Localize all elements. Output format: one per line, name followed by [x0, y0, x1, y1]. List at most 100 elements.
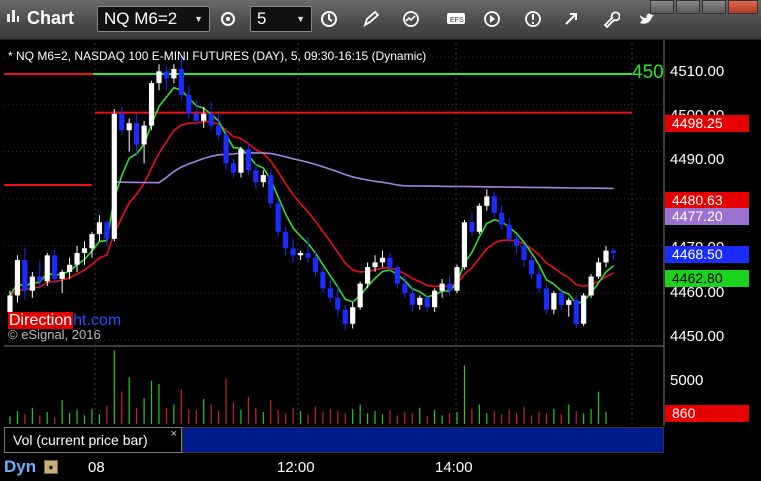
- candle-body: [238, 149, 244, 173]
- candle-body: [186, 94, 192, 114]
- volume-study-label[interactable]: Vol (current price bar) ×: [4, 427, 182, 453]
- copyright: © eSignal, 2016: [8, 327, 101, 342]
- candle-body: [365, 267, 371, 284]
- candle-body: [74, 252, 80, 265]
- candle-body: [89, 234, 95, 249]
- trade-button[interactable]: [556, 6, 586, 32]
- candle-body: [223, 135, 229, 164]
- candle-body: [588, 276, 594, 296]
- candle-body: [305, 252, 311, 258]
- candle-body: [22, 260, 28, 291]
- candle-body: [260, 175, 266, 183]
- play-icon: [484, 11, 500, 27]
- candle-body: [514, 238, 520, 246]
- candle-body: [163, 71, 170, 79]
- maximize-button[interactable]: [702, 0, 726, 14]
- candle-body: [439, 283, 445, 291]
- candle-body: [208, 113, 214, 126]
- candle-body: [387, 257, 393, 268]
- candle-body: [491, 196, 497, 213]
- candle-body: [44, 255, 50, 282]
- candle-body: [268, 175, 274, 204]
- candle-body: [52, 255, 58, 279]
- candle-body: [350, 307, 356, 324]
- price-box-last: 4468.50: [665, 246, 749, 263]
- window-title: Chart: [27, 8, 75, 28]
- candle-body: [171, 68, 177, 79]
- candle-body: [432, 290, 438, 308]
- link-button[interactable]: [213, 6, 243, 32]
- candle-body: [201, 113, 207, 121]
- x-tick: 08: [88, 459, 105, 476]
- efs-icon: EFS: [447, 13, 465, 24]
- candle-body: [14, 260, 21, 296]
- candle-body: [104, 222, 110, 239]
- candle-body: [81, 248, 88, 253]
- close-button[interactable]: [728, 0, 758, 14]
- candle-body: [454, 267, 460, 291]
- candle-body: [566, 300, 572, 305]
- candle-body: [521, 245, 527, 261]
- minimize-button[interactable]: [650, 0, 674, 14]
- y-tick: 4510.00: [670, 63, 725, 80]
- candle-body: [283, 231, 289, 249]
- alert-icon: [525, 11, 541, 27]
- symbol-combo[interactable]: NQ M6=2 ▼: [97, 6, 210, 32]
- draw-tool-button[interactable]: [356, 6, 386, 32]
- price-box-green-ma: 4462.80: [665, 270, 749, 287]
- candle-body: [551, 293, 557, 310]
- efs-button[interactable]: EFS: [440, 6, 470, 32]
- candle-body: [499, 212, 505, 225]
- candle-body: [253, 170, 259, 183]
- candle-body: [581, 295, 587, 324]
- candle-body: [312, 257, 319, 272]
- alert-button[interactable]: [518, 6, 548, 32]
- candle-body: [230, 163, 237, 173]
- candle-body: [59, 271, 65, 279]
- restore-button[interactable]: [676, 0, 700, 14]
- dynamic-label[interactable]: Dyn: [4, 457, 36, 477]
- replay-button[interactable]: [477, 6, 507, 32]
- candle-body: [335, 297, 341, 310]
- candle-body: [178, 68, 184, 95]
- symbol-description: * NQ M6=2, NASDAQ 100 E-MINI FUTURES (DA…: [8, 49, 427, 63]
- chevron-down-icon: ▼: [296, 14, 305, 24]
- candle-body: [424, 297, 430, 308]
- candle-body: [320, 271, 326, 289]
- candle-body: [558, 293, 564, 305]
- candle-body: [134, 123, 140, 145]
- volume-tick: 5000: [670, 372, 704, 389]
- studies-button[interactable]: [396, 6, 426, 32]
- volume-study-strip: [182, 427, 664, 453]
- price-box-red-level: 4498.25: [665, 115, 749, 132]
- price-box-purple-ma: 4477.20: [665, 208, 749, 225]
- candle-body: [603, 250, 609, 263]
- candle-body: [357, 283, 363, 308]
- close-icon[interactable]: ×: [171, 422, 177, 446]
- time-template-button[interactable]: [314, 6, 344, 32]
- price-chart[interactable]: [0, 40, 761, 481]
- candle-body: [610, 250, 617, 253]
- candle-body: [595, 262, 602, 277]
- candle-body: [156, 71, 162, 84]
- interval-combo[interactable]: 5 ▼: [250, 6, 312, 32]
- clock-icon: [321, 11, 337, 27]
- candle-body: [290, 248, 296, 256]
- settings-button[interactable]: [596, 6, 626, 32]
- candle-body: [469, 222, 475, 232]
- lock-icon[interactable]: ●: [44, 460, 58, 474]
- x-tick: 14:00: [435, 459, 473, 476]
- candle-body: [327, 288, 333, 298]
- trade-icon: [565, 13, 577, 25]
- svg-text:EFS: EFS: [450, 17, 464, 24]
- candle-body: [111, 113, 117, 239]
- candle-body: [297, 252, 304, 256]
- chart-icon: [7, 10, 19, 22]
- candle-body: [446, 283, 453, 291]
- candle-body: [394, 267, 400, 284]
- candle-body: [506, 224, 512, 239]
- gear-icon: [221, 12, 235, 26]
- candle-body: [119, 113, 125, 131]
- candle-body: [476, 205, 482, 232]
- candle-body: [275, 203, 281, 232]
